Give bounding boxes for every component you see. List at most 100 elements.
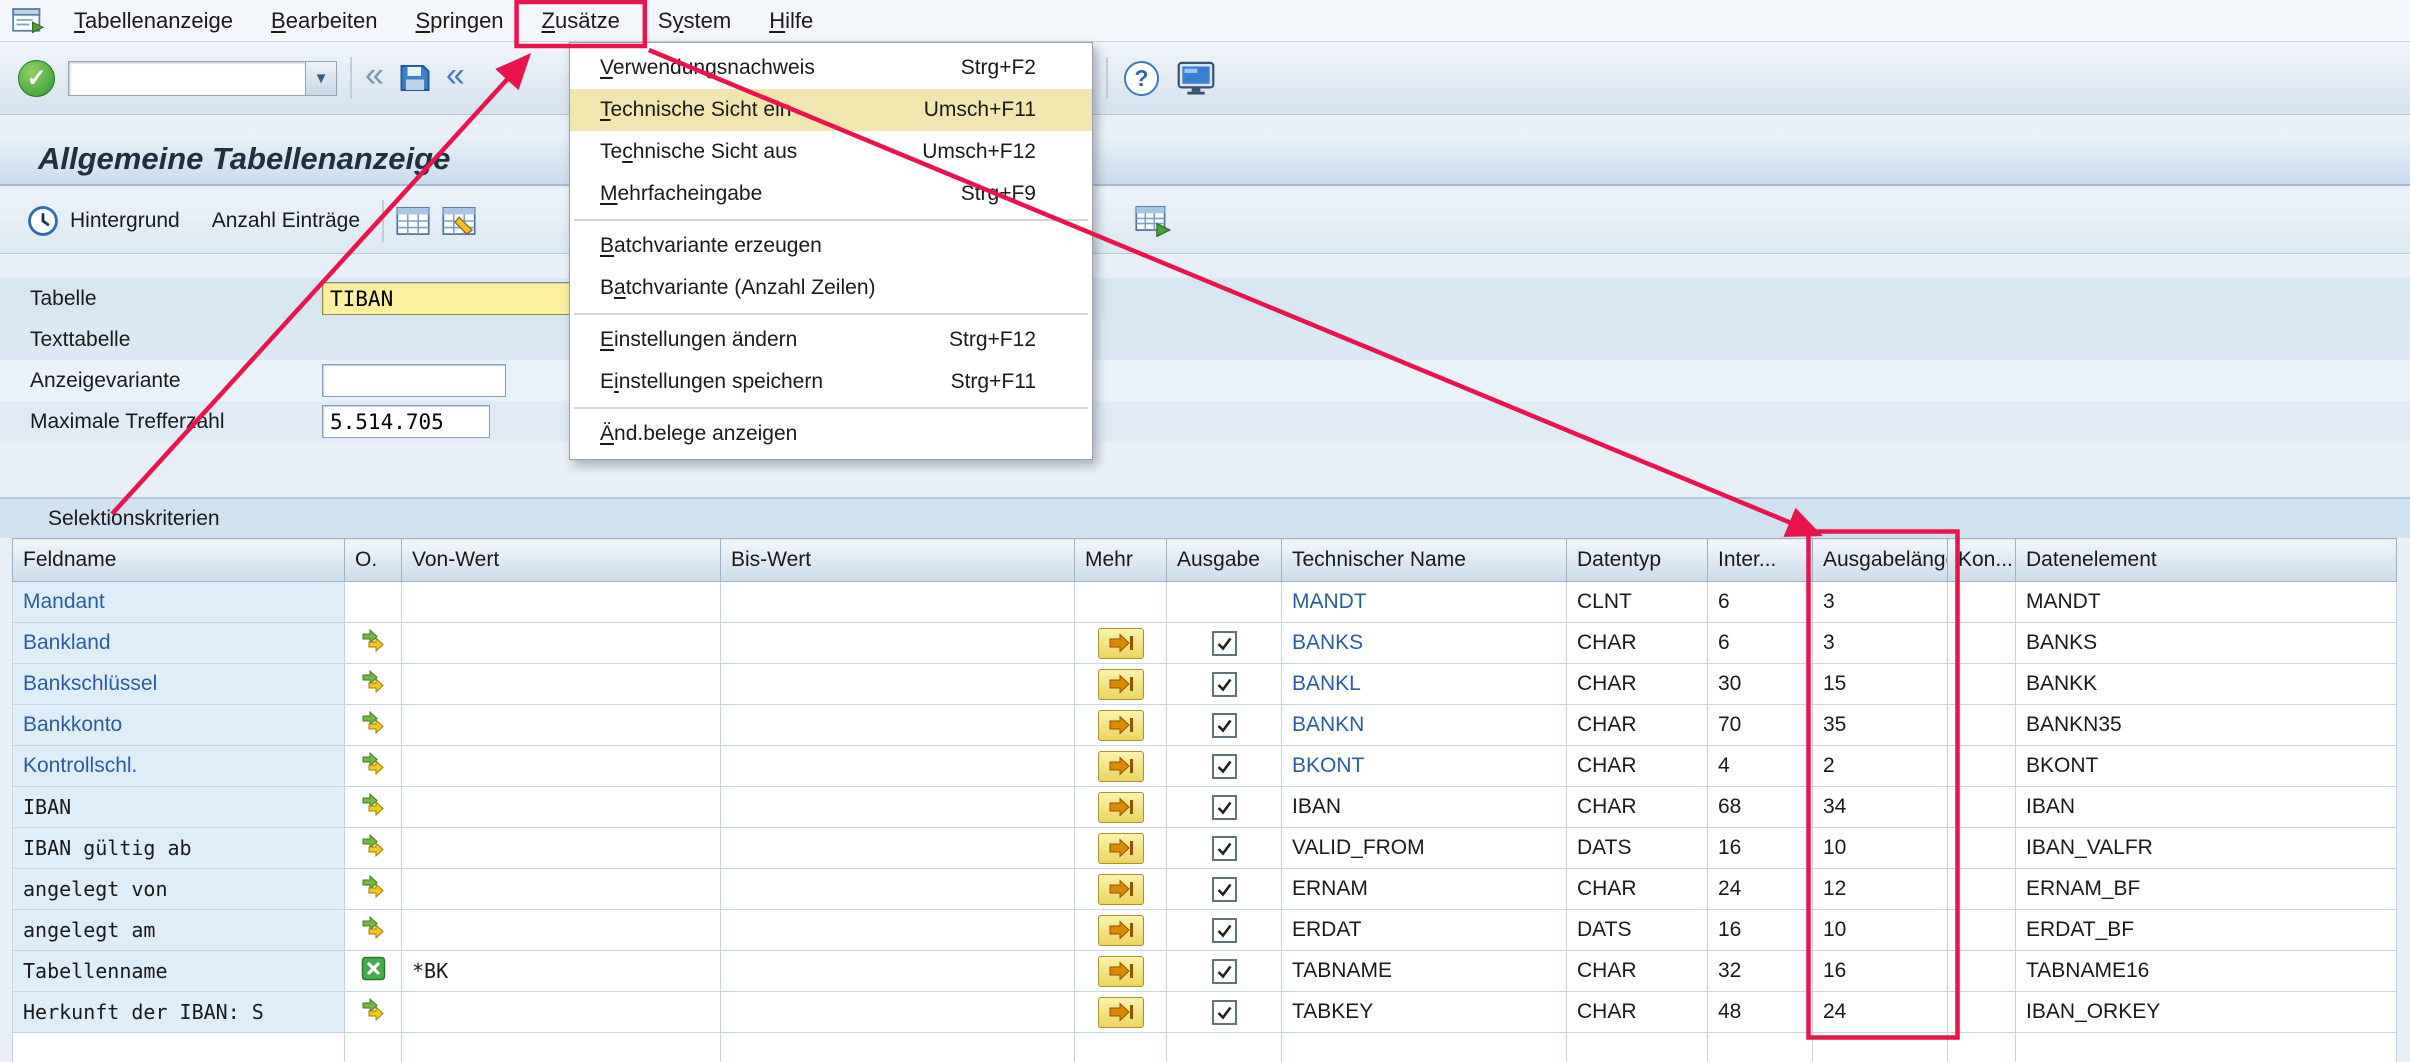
multiple-selection-button[interactable] (1098, 792, 1144, 823)
bis-wert-input-cell[interactable] (721, 869, 1075, 910)
ausgabe-cell[interactable] (1167, 992, 1282, 1033)
multi-selection-icon[interactable] (345, 705, 402, 746)
ausgabe-checkbox[interactable] (1212, 631, 1237, 656)
ausgabe-cell[interactable] (1167, 705, 1282, 746)
ausgabe-cell[interactable] (1167, 869, 1282, 910)
menu-item-tabellenanzeige[interactable]: Tabellenanzeige (58, 4, 249, 38)
mehr-cell[interactable] (1075, 869, 1167, 910)
bis-wert-input-cell[interactable] (721, 746, 1075, 787)
command-dropdown-icon[interactable]: ▼ (305, 62, 336, 95)
von-wert-input-cell[interactable] (402, 992, 721, 1033)
ausgabe-cell[interactable] (1167, 910, 1282, 951)
save-icon[interactable] (397, 60, 433, 96)
ausgabe-cell[interactable] (1167, 787, 1282, 828)
new-session-monitor-icon[interactable] (1175, 60, 1217, 96)
menu-item-mehrfacheingabe[interactable]: MehrfacheingabeStrg+F9 (570, 173, 1092, 215)
mehr-cell[interactable] (1075, 746, 1167, 787)
multi-selection-icon[interactable] (345, 910, 402, 951)
ausgabe-cell[interactable] (1167, 746, 1282, 787)
menu-item-einstellungen-aendern[interactable]: Einstellungen ändernStrg+F12 (570, 319, 1092, 361)
von-wert-input-cell[interactable] (402, 828, 721, 869)
feldname-cell[interactable]: angelegt von (13, 869, 345, 910)
collapse-toolbar-icon[interactable]: « (365, 56, 384, 95)
menu-item-batchvariante-anzahl-zeilen[interactable]: Batchvariante (Anzahl Zeilen) (570, 267, 1092, 309)
layout-icon[interactable] (1135, 205, 1171, 237)
ausgabe-checkbox[interactable] (1212, 754, 1237, 779)
feldname-cell[interactable]: Bankschlüssel (13, 664, 345, 705)
help-icon[interactable]: ? (1124, 61, 1159, 96)
table-contents-icon[interactable] (396, 206, 430, 236)
multi-selection-icon[interactable] (345, 623, 402, 664)
von-wert-input-cell[interactable] (402, 582, 721, 623)
menu-item-technische-sicht-aus[interactable]: Technische Sicht ausUmsch+F12 (570, 131, 1092, 173)
mehr-cell[interactable] (1075, 787, 1167, 828)
multiple-selection-button[interactable] (1098, 956, 1144, 987)
menu-item-technische-sicht-ein[interactable]: Technische Sicht einUmsch+F11 (570, 89, 1092, 131)
bis-wert-input-cell[interactable] (721, 582, 1075, 623)
multi-selection-icon[interactable] (345, 787, 402, 828)
ausgabe-checkbox[interactable] (1212, 795, 1237, 820)
feldname-cell[interactable]: Bankkonto (13, 705, 345, 746)
ausgabe-cell[interactable] (1167, 828, 1282, 869)
multi-selection-icon[interactable] (345, 746, 402, 787)
mehr-cell[interactable] (1075, 910, 1167, 951)
von-wert-input-cell[interactable] (402, 869, 721, 910)
mehr-cell[interactable] (1075, 664, 1167, 705)
multi-selection-icon[interactable] (345, 664, 402, 705)
feldname-cell[interactable]: Kontrollschl. (13, 746, 345, 787)
menu-item-aend-belege-anzeigen[interactable]: Änd.belege anzeigen (570, 413, 1092, 455)
ausgabe-checkbox[interactable] (1212, 713, 1237, 738)
feldname-cell[interactable]: IBAN (13, 787, 345, 828)
von-wert-input-cell[interactable] (402, 910, 721, 951)
command-input[interactable] (69, 62, 305, 95)
multi-selection-icon[interactable] (345, 828, 402, 869)
von-wert-input-cell[interactable] (402, 664, 721, 705)
bis-wert-input-cell[interactable] (721, 951, 1075, 992)
history-chevron-icon[interactable]: « (446, 56, 465, 95)
multi-selection-icon[interactable] (345, 869, 402, 910)
multi-selection-active-icon[interactable] (345, 951, 402, 992)
multiple-selection-button[interactable] (1098, 628, 1144, 659)
ausgabe-checkbox[interactable] (1212, 877, 1237, 902)
multi-selection-icon[interactable] (345, 992, 402, 1033)
ausgabe-cell[interactable] (1167, 623, 1282, 664)
table-select-icon[interactable] (442, 206, 476, 236)
feldname-cell[interactable]: Herkunft der IBAN: S (13, 992, 345, 1033)
bis-wert-input-cell[interactable] (721, 828, 1075, 869)
bis-wert-input-cell[interactable] (721, 664, 1075, 705)
ausgabe-cell[interactable] (1167, 951, 1282, 992)
menu-item-zusaetze[interactable]: Zusätze (526, 4, 636, 38)
multiple-selection-button[interactable] (1098, 997, 1144, 1028)
multiple-selection-button[interactable] (1098, 751, 1144, 782)
feldname-cell[interactable]: Tabellenname (13, 951, 345, 992)
mehr-cell[interactable] (1075, 705, 1167, 746)
anzeigevariante-input[interactable] (322, 364, 506, 397)
mehr-cell[interactable] (1075, 992, 1167, 1033)
ausgabe-cell[interactable] (1167, 664, 1282, 705)
von-wert-input-cell[interactable] (402, 746, 721, 787)
feldname-cell[interactable]: Bankland (13, 623, 345, 664)
bis-wert-input-cell[interactable] (721, 992, 1075, 1033)
max-trefferzahl-input[interactable] (322, 405, 490, 438)
menu-item-verwendungsnachweis[interactable]: VerwendungsnachweisStrg+F2 (570, 47, 1092, 89)
multiple-selection-button[interactable] (1098, 710, 1144, 741)
multiple-selection-button[interactable] (1098, 669, 1144, 700)
feldname-cell[interactable]: angelegt am (13, 910, 345, 951)
von-wert-input-cell[interactable]: *BK (402, 951, 721, 992)
ausgabe-checkbox[interactable] (1212, 918, 1237, 943)
multiple-selection-button[interactable] (1098, 915, 1144, 946)
ausgabe-checkbox[interactable] (1212, 959, 1237, 984)
von-wert-input-cell[interactable] (402, 787, 721, 828)
ausgabe-checkbox[interactable] (1212, 836, 1237, 861)
ausgabe-checkbox[interactable] (1212, 1000, 1237, 1025)
von-wert-input-cell[interactable] (402, 705, 721, 746)
ausgabe-checkbox[interactable] (1212, 672, 1237, 697)
menu-item-hilfe[interactable]: Hilfe (753, 4, 829, 38)
mehr-cell[interactable] (1075, 623, 1167, 664)
count-entries-button[interactable]: Anzahl Einträge (202, 203, 370, 239)
multiple-selection-button[interactable] (1098, 874, 1144, 905)
mehr-cell[interactable] (1075, 828, 1167, 869)
von-wert-input-cell[interactable] (402, 623, 721, 664)
feldname-cell[interactable]: IBAN gültig ab (13, 828, 345, 869)
bis-wert-input-cell[interactable] (721, 787, 1075, 828)
